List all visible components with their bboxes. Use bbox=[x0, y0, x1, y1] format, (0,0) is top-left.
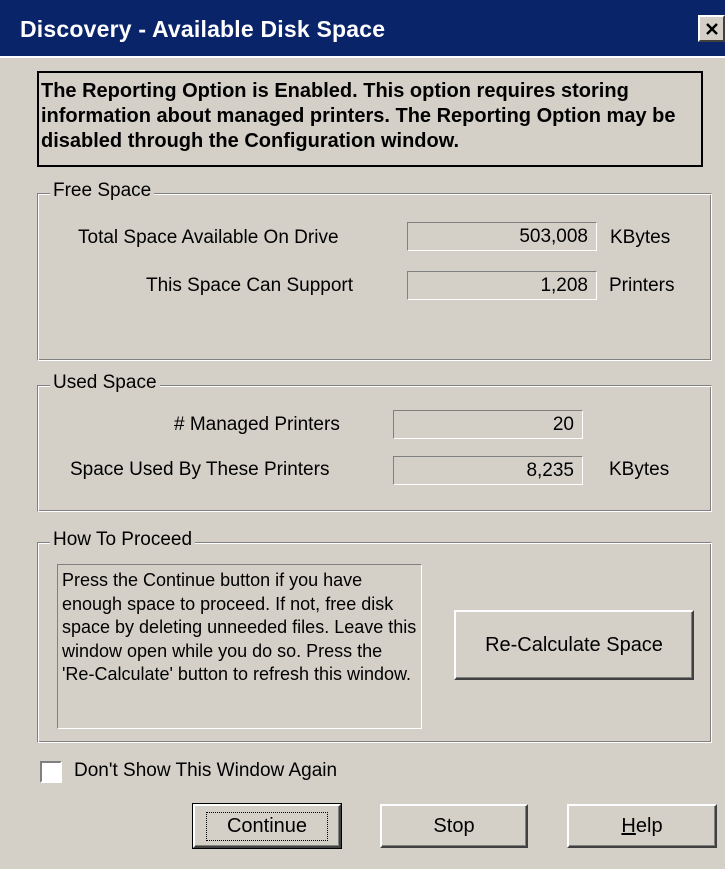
support-value: 1,208 bbox=[407, 271, 597, 300]
total-space-label: Total Space Available On Drive bbox=[78, 227, 339, 248]
support-label: This Space Can Support bbox=[146, 275, 354, 296]
window-title: Discovery - Available Disk Space bbox=[20, 16, 386, 42]
total-space-value: 503,008 bbox=[407, 222, 597, 251]
instructions-text: Press the Continue button if you have en… bbox=[57, 564, 422, 729]
continue-button-label: Continue bbox=[205, 811, 329, 841]
dont-show-label[interactable]: Don't Show This Window Again bbox=[74, 760, 337, 782]
help-button[interactable]: Help bbox=[567, 804, 717, 848]
close-button[interactable] bbox=[698, 15, 725, 42]
continue-button[interactable]: Continue bbox=[192, 803, 342, 849]
reporting-notice: The Reporting Option is Enabled. This op… bbox=[37, 71, 703, 167]
close-icon bbox=[706, 23, 718, 35]
how-to-proceed-group: How To Proceed Press the Continue button… bbox=[37, 529, 712, 743]
recalculate-space-button[interactable]: Re-Calculate Space bbox=[454, 610, 694, 680]
used-space-legend: Used Space bbox=[50, 372, 160, 394]
free-space-legend: Free Space bbox=[50, 180, 155, 202]
space-used-unit: KBytes bbox=[609, 459, 670, 480]
space-used-value: 8,235 bbox=[393, 456, 583, 485]
total-space-unit: KBytes bbox=[610, 227, 671, 248]
used-space-group: Used Space # Managed Printers 20 Space U… bbox=[37, 372, 712, 512]
dialog-window: Discovery - Available Disk Space The Rep… bbox=[0, 0, 725, 869]
managed-printers-label: # Managed Printers bbox=[174, 414, 340, 435]
help-button-label: Help bbox=[621, 814, 663, 837]
stop-button[interactable]: Stop bbox=[380, 804, 528, 848]
support-unit: Printers bbox=[609, 275, 675, 296]
managed-printers-value: 20 bbox=[393, 410, 583, 439]
dont-show-checkbox[interactable] bbox=[40, 761, 62, 783]
how-to-proceed-legend: How To Proceed bbox=[50, 529, 196, 551]
free-space-group: Free Space Total Space Available On Driv… bbox=[37, 180, 712, 361]
space-used-label: Space Used By These Printers bbox=[70, 459, 330, 480]
title-bar[interactable]: Discovery - Available Disk Space bbox=[0, 0, 725, 58]
